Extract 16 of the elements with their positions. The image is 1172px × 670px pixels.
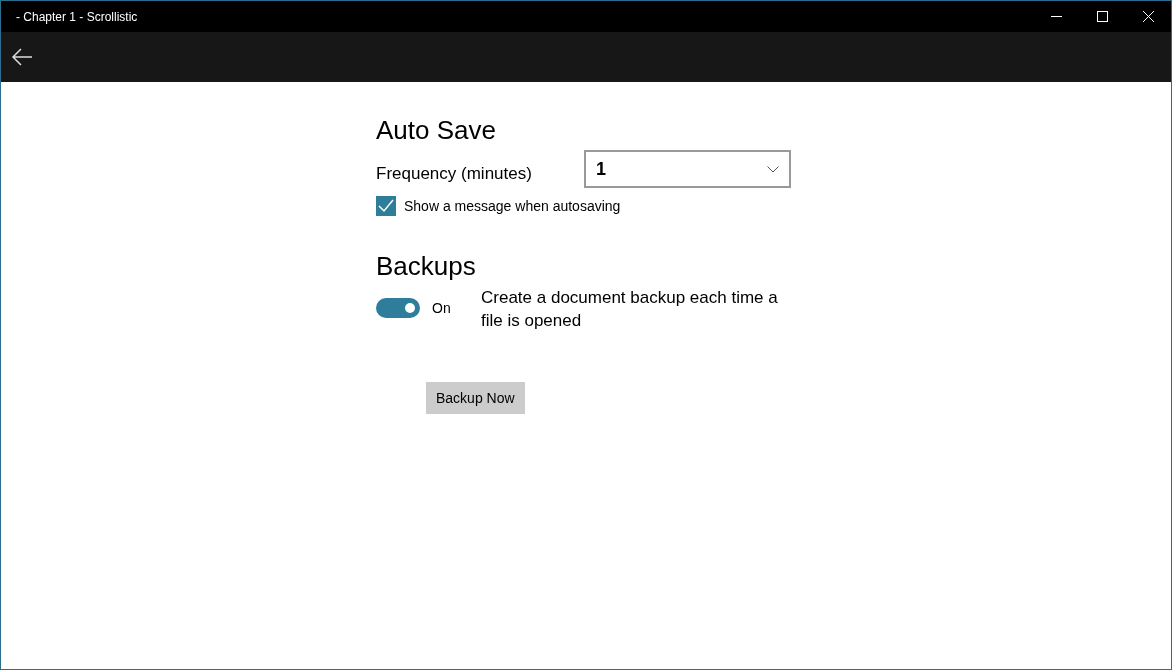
chevron-down-icon <box>767 165 779 173</box>
backup-description: Create a document backup each time a file is opened <box>481 287 779 332</box>
section-heading: Auto Save <box>376 114 497 146</box>
toggle-switch[interactable] <box>376 298 420 318</box>
checkbox[interactable] <box>376 196 396 216</box>
window-title: - Chapter 1 - Scrollistic <box>15 9 139 24</box>
backup-now-button[interactable]: Backup Now <box>426 382 525 414</box>
frequency-dropdown[interactable]: 1 <box>584 150 791 188</box>
back-icon <box>11 46 33 68</box>
back-button[interactable] <box>11 46 33 68</box>
checkbox-label: Show a message when autosaving <box>404 198 621 214</box>
section-heading: Backups <box>376 250 477 282</box>
toggle-state-label: On <box>432 300 452 316</box>
frequency-label: Frequency (minutes) <box>376 164 533 184</box>
close-icon <box>1142 11 1154 22</box>
maximize-icon <box>1096 11 1108 22</box>
